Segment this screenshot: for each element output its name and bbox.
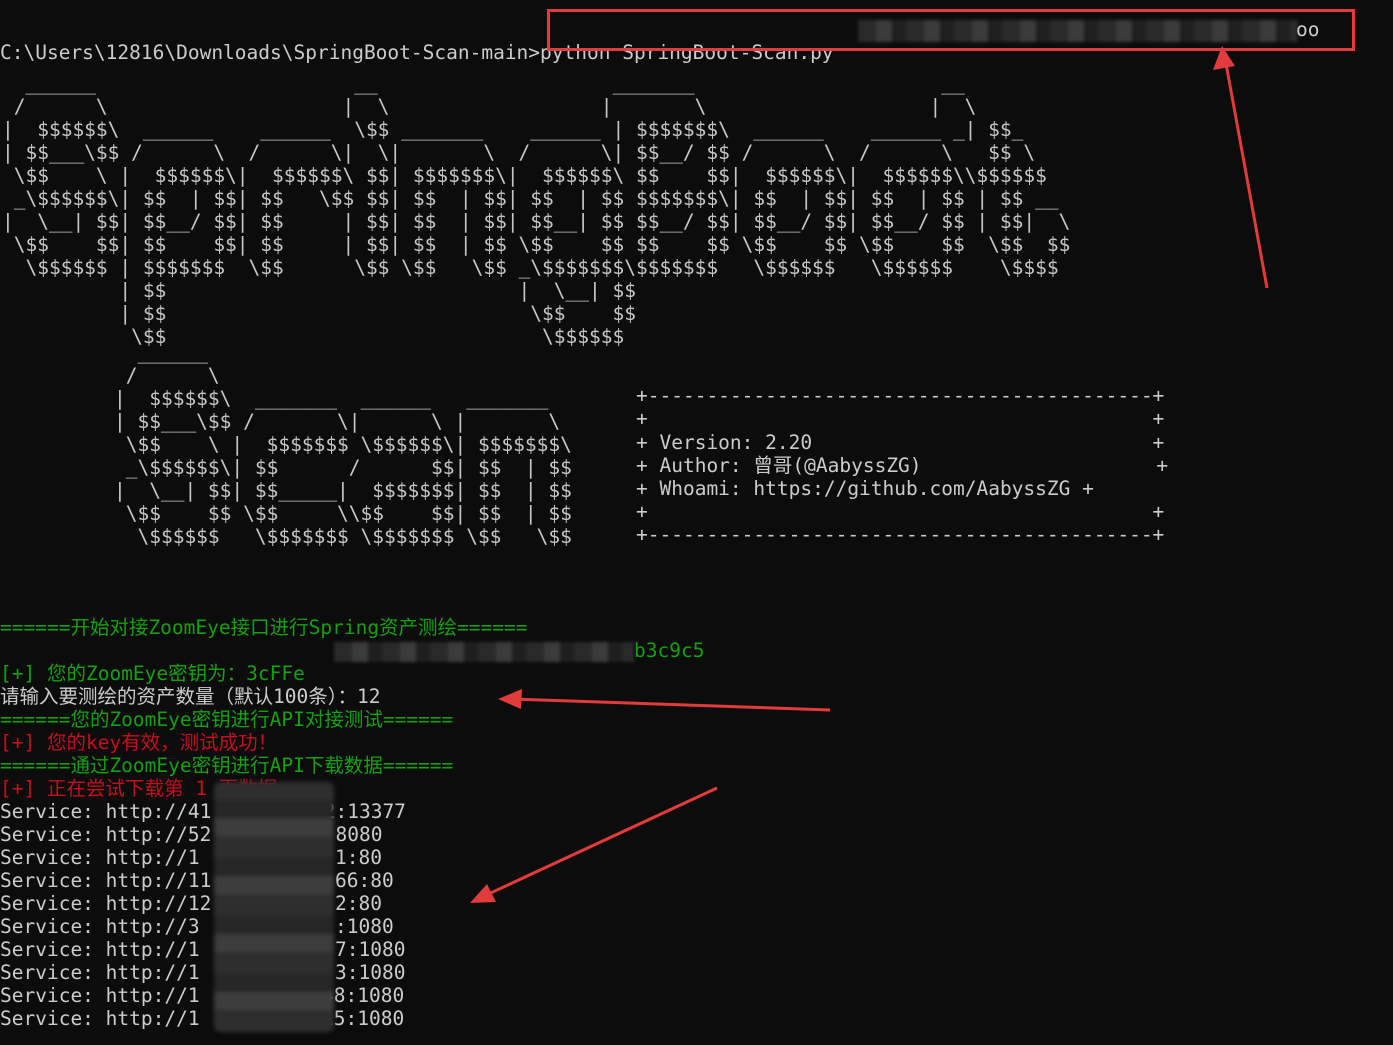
arrow-to-services (481, 786, 718, 899)
arrowhead-command (1213, 46, 1235, 70)
arrowhead-prompt (498, 689, 522, 709)
annotation-arrows (470, 46, 1269, 903)
arrow-to-command (1223, 57, 1269, 289)
arrow-to-prompt (511, 697, 831, 712)
